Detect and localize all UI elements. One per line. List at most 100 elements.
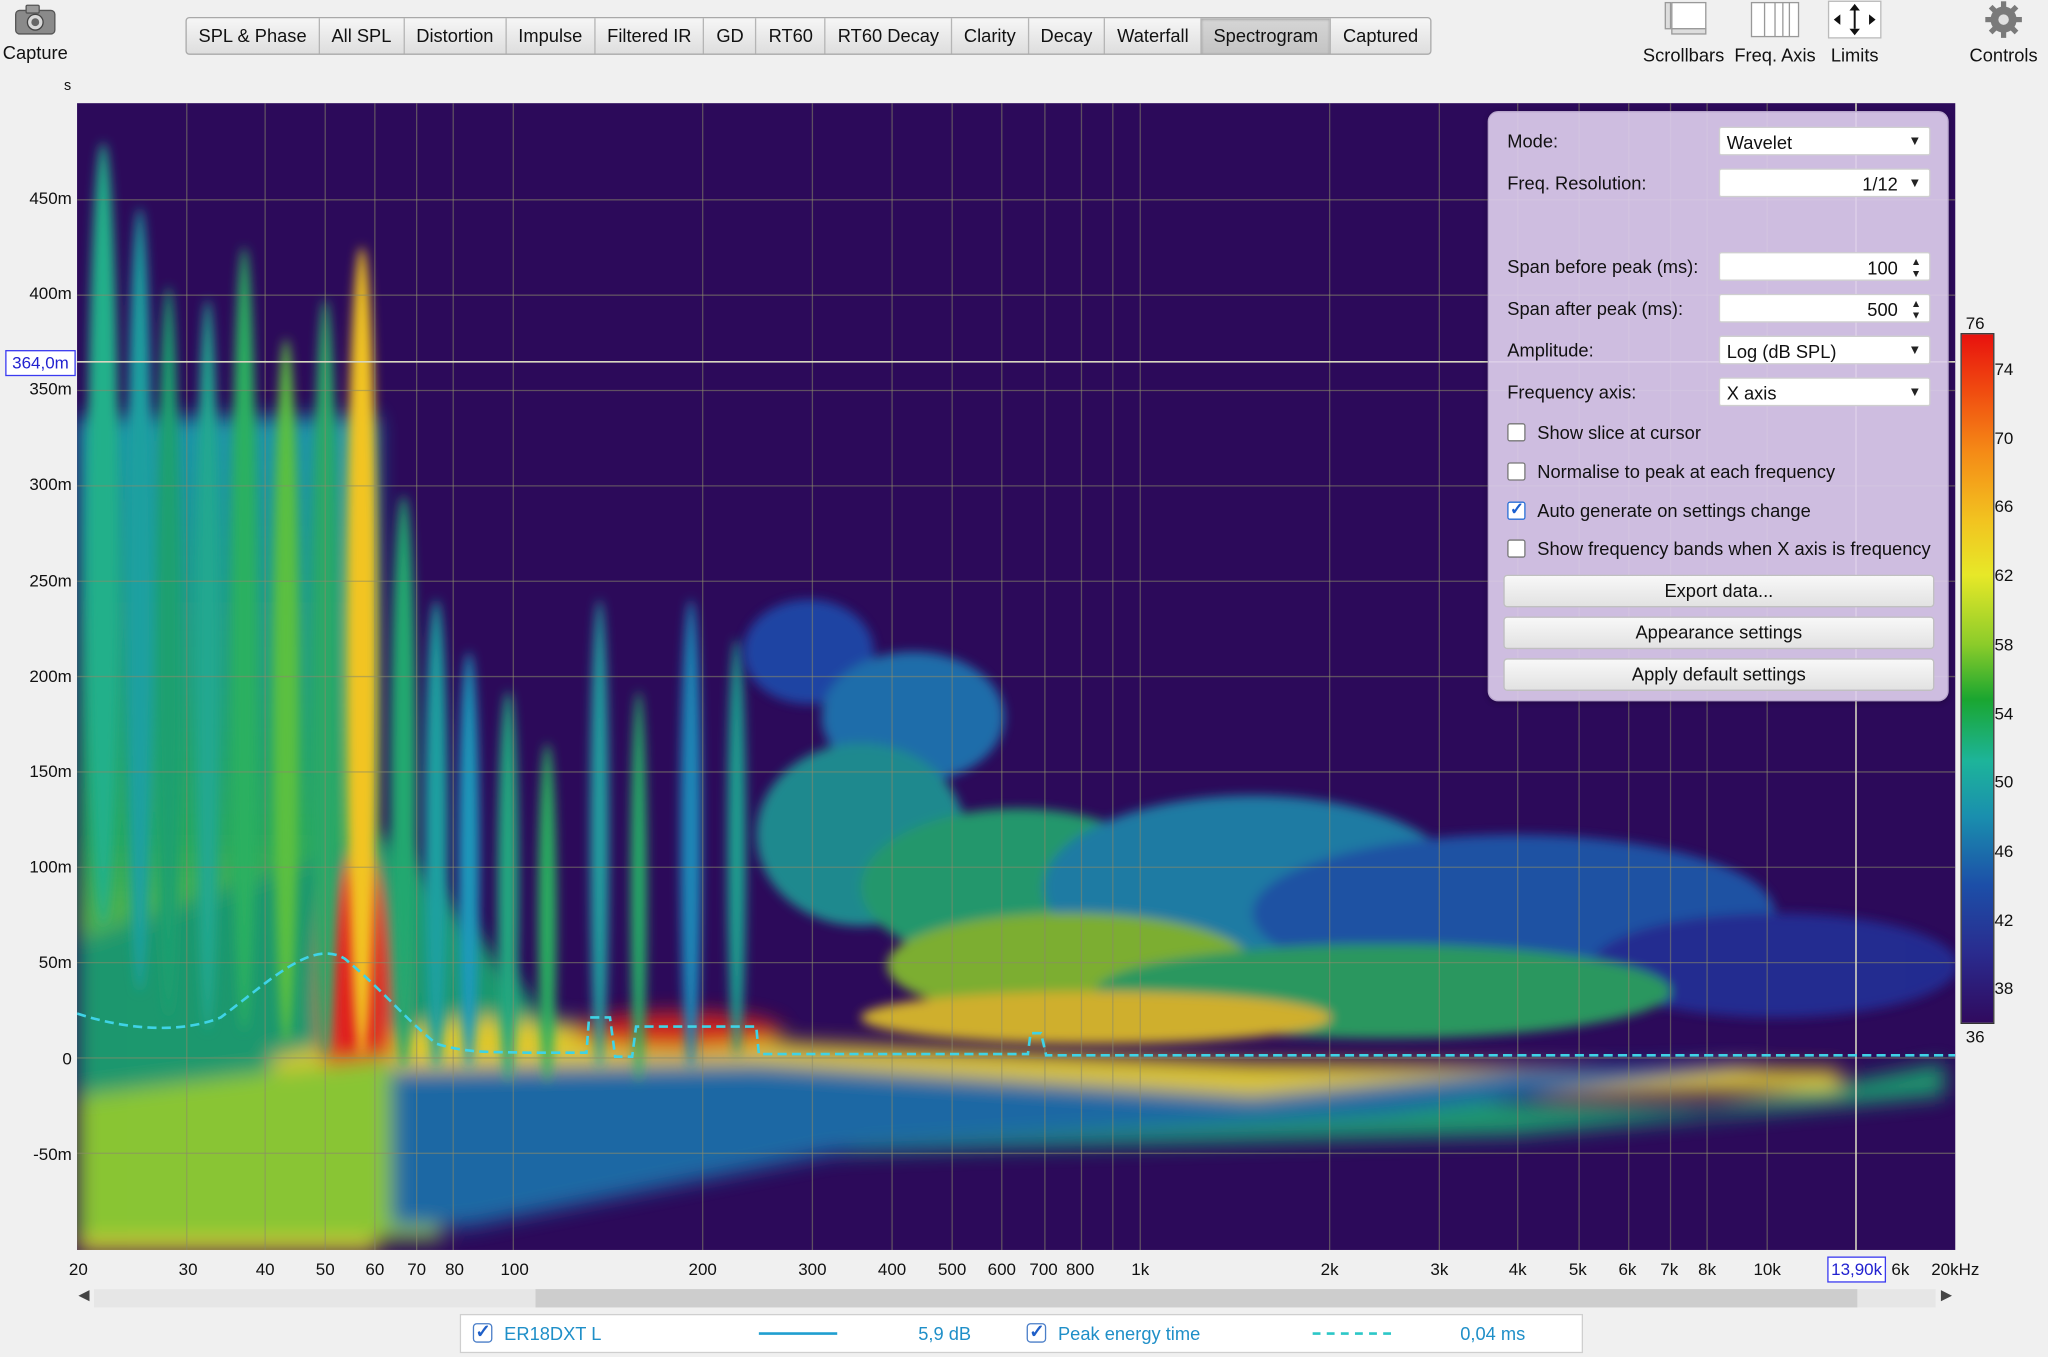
colorbar (1960, 333, 1995, 1024)
scrollbar-thumb[interactable] (535, 1289, 1858, 1308)
y-tick-label: 50m (38, 952, 72, 972)
tab-all-spl[interactable]: All SPL (320, 18, 405, 54)
capture-label: Capture (2, 41, 68, 63)
appearance-settings-button[interactable]: Appearance settings (1503, 616, 1935, 650)
chevron-down-icon: ▼ (1908, 385, 1922, 400)
legend-item2-name: Peak energy time (1057, 1323, 1201, 1344)
y-axis-unit: s (63, 78, 72, 95)
freq-axis-button[interactable]: Freq. Axis (1732, 0, 1818, 65)
export-data-button[interactable]: Export data... (1503, 574, 1935, 608)
x-tick-label: 20 (68, 1259, 88, 1279)
chevron-down-icon: ▼ (1908, 134, 1922, 149)
tab-clarity[interactable]: Clarity (952, 18, 1029, 54)
span-after-label: Span after peak (ms): (1507, 297, 1684, 319)
colorbar-max-label: 76 (1965, 313, 1985, 334)
spectrogram-controls-panel: Mode: Wavelet ▼ Freq. Resolution: 1/12 ▼… (1487, 111, 1949, 702)
amplitude-label: Amplitude: (1507, 339, 1594, 361)
mode-select[interactable]: Wavelet ▼ (1718, 126, 1931, 156)
y-tick-label: -50m (33, 1144, 72, 1164)
freq-resolution-label: Freq. Resolution: (1507, 172, 1647, 194)
colorbar-tick-label: 74 (1994, 359, 2014, 379)
auto-generate-checkbox[interactable]: Auto generate on settings change (1507, 499, 1811, 522)
cursor-x-readout: 13,90k (1827, 1256, 1887, 1283)
x-tick-label: 80 (445, 1259, 464, 1279)
x-tick-label: 6k (1618, 1259, 1637, 1279)
span-before-spinner[interactable]: 100 ▲ ▼ (1718, 252, 1931, 281)
freq-resolution-value: 1/12 (1862, 173, 1898, 195)
colorbar-tick-label: 62 (1994, 565, 2014, 586)
y-tick-label: 300m (29, 474, 72, 494)
show-slice-checkbox[interactable]: Show slice at cursor (1507, 422, 1701, 443)
tab-filtered-ir[interactable]: Filtered IR (595, 18, 705, 54)
tab-distortion[interactable]: Distortion (404, 18, 507, 54)
limits-arrows-icon (1827, 0, 1882, 39)
graph-tabs: SPL & Phase All SPL Distortion Impulse F… (185, 16, 1432, 55)
y-tick-label: 400m (29, 283, 72, 304)
x-tick-label: 1k (1131, 1259, 1150, 1279)
tab-rt60[interactable]: RT60 (757, 18, 827, 54)
y-tick-label: 350m (29, 378, 72, 399)
gear-icon (1985, 1, 2022, 38)
tab-rt60-decay[interactable]: RT60 Decay (826, 18, 953, 54)
x-tick-label: 10k (1753, 1259, 1781, 1279)
tab-spectrogram[interactable]: Spectrogram (1201, 18, 1332, 54)
amplitude-value: Log (dB SPL) (1726, 340, 1837, 362)
x-tick-label: 100 (500, 1259, 529, 1279)
span-after-value: 500 (1867, 299, 1898, 320)
legend-item2-value: 0,04 ms (1460, 1323, 1526, 1344)
checkbox-box[interactable] (1507, 423, 1526, 442)
x-tick-label: 200 (688, 1259, 717, 1279)
y-tick-label: 100m (29, 856, 72, 877)
x-tick-label: 400 (877, 1259, 907, 1279)
legend-checkbox-peak-energy[interactable] (1026, 1320, 1047, 1343)
limits-button[interactable]: Limits (1821, 0, 1889, 65)
spinner-arrows-icon[interactable]: ▲ ▼ (1908, 256, 1924, 280)
tab-impulse[interactable]: Impulse (507, 18, 596, 54)
spinner-arrows-icon[interactable]: ▲ ▼ (1908, 298, 1924, 322)
tab-spl-phase[interactable]: SPL & Phase (187, 18, 320, 54)
scroll-right-icon[interactable]: ▶ (1941, 1287, 1952, 1304)
show-bands-checkbox[interactable]: Show frequency bands when X axis is freq… (1507, 538, 1931, 560)
apply-default-settings-button[interactable]: Apply default settings (1503, 658, 1935, 691)
show-bands-label: Show frequency bands when X axis is freq… (1537, 538, 1931, 560)
y-tick-label: 450m (29, 188, 72, 208)
tab-decay[interactable]: Decay (1029, 18, 1106, 54)
cursor-y-readout: 364,0m (5, 350, 76, 377)
legend-checkbox-er18dxt[interactable] (472, 1320, 493, 1343)
tab-gd[interactable]: GD (705, 18, 757, 54)
chevron-down-icon: ▼ (1908, 176, 1922, 191)
frequency-axis-label: Frequency axis: (1507, 381, 1637, 403)
y-tick-label: 200m (29, 666, 72, 686)
tab-waterfall[interactable]: Waterfall (1105, 18, 1202, 54)
amplitude-select[interactable]: Log (dB SPL) ▼ (1718, 335, 1931, 365)
checkbox-box[interactable] (1507, 462, 1526, 481)
limits-label: Limits (1830, 44, 1879, 66)
colorbar-tick-label: 46 (1994, 841, 2014, 861)
horizontal-scrollbar[interactable] (94, 1289, 1936, 1308)
scrollbars-label: Scrollbars (1642, 44, 1725, 66)
freq-resolution-select[interactable]: 1/12 ▼ (1718, 168, 1931, 198)
auto-generate-label: Auto generate on settings change (1537, 500, 1811, 522)
checkbox-box[interactable] (1507, 539, 1526, 558)
x-tick-label: 50 (315, 1259, 335, 1279)
checkbox-box-checked[interactable] (1507, 499, 1526, 520)
y-tick-label: 150m (29, 761, 72, 782)
normalise-checkbox[interactable]: Normalise to peak at each frequency (1507, 461, 1835, 482)
colorbar-tick-label: 38 (1994, 978, 2014, 998)
frequency-axis-value: X axis (1726, 382, 1777, 404)
tab-captured[interactable]: Captured (1331, 18, 1430, 53)
scroll-left-icon[interactable]: ◀ (78, 1287, 89, 1304)
colorbar-tick-label: 66 (1994, 496, 2014, 516)
legend-bar: ER18DXT L 5,9 dB Peak energy time 0,04 m… (459, 1313, 1584, 1354)
span-after-spinner[interactable]: 500 ▲ ▼ (1718, 293, 1931, 323)
mode-label: Mode: (1507, 130, 1559, 152)
capture-button[interactable]: Capture (3, 3, 68, 63)
y-tick-label: 250m (29, 570, 72, 591)
colorbar-tick-label: 70 (1994, 428, 2014, 448)
x-tick-label: 3k (1430, 1259, 1449, 1279)
scrollbars-button[interactable]: Scrollbars (1640, 0, 1726, 65)
controls-button[interactable]: Controls (1963, 0, 2044, 65)
colorbar-tick-label: 42 (1994, 910, 2014, 930)
colorbar-tick-label: 54 (1994, 703, 2014, 724)
frequency-axis-select[interactable]: X axis ▼ (1718, 377, 1931, 407)
